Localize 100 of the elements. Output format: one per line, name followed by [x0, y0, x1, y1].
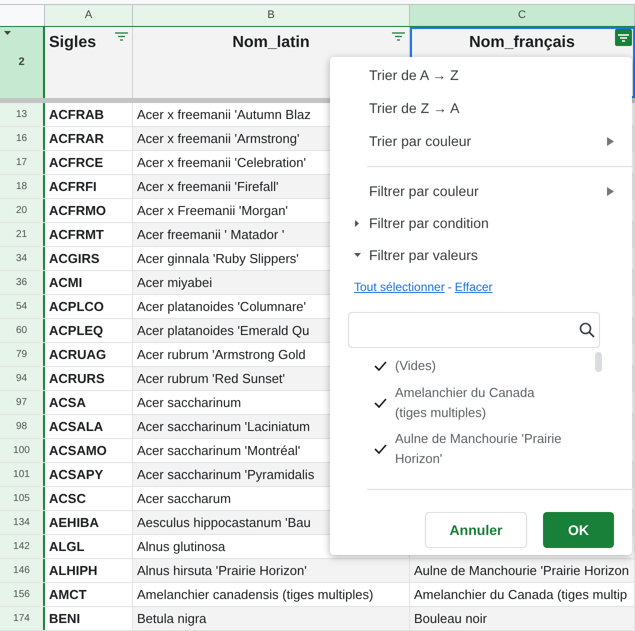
table-cell-text: AEHIBA — [49, 514, 99, 532]
table-cell-text: Acer saccharinum 'Pyramidalis — [137, 466, 314, 484]
row-number[interactable]: 18 — [0, 175, 45, 198]
table-cell-text: ACFRAR — [49, 130, 104, 148]
table-cell-text: AMCT — [49, 586, 87, 604]
row-number[interactable]: 105 — [0, 487, 45, 510]
filter-icon[interactable] — [392, 32, 405, 41]
header-cell: Sigles — [45, 27, 133, 98]
table-cell-text: Aesculus hippocastanum 'Bau — [137, 514, 311, 532]
check-icon — [374, 398, 387, 408]
table-cell-text: Acer platanoides 'Emerald Qu — [137, 322, 310, 340]
row-number[interactable]: 36 — [0, 271, 45, 294]
column-header[interactable]: C — [410, 5, 635, 26]
ok-button[interactable]: OK — [543, 512, 614, 548]
table-cell-text: ACFRAB — [49, 106, 104, 124]
search-field[interactable] — [348, 312, 600, 348]
row-number[interactable]: 94 — [0, 367, 45, 390]
select-all-link[interactable]: Tout sélectionner — [354, 278, 445, 296]
menu-item[interactable]: Filtrer par valeurs — [330, 239, 632, 271]
table-cell-text: Amelanchier du Canada (tiges multip — [414, 586, 628, 604]
table-cell-text: Amelanchier canadensis (tiges multiples) — [137, 586, 374, 604]
table-cell-text: ACSALA — [49, 418, 104, 436]
row-number[interactable]: 97 — [0, 391, 45, 414]
dropdown-triangle-icon[interactable] — [4, 31, 11, 35]
table-cell-text: ACSC — [49, 490, 86, 508]
value-item[interactable]: (Vides) — [330, 352, 632, 380]
collapse-arrow-icon — [354, 253, 361, 257]
scrollbar-thumb[interactable] — [595, 352, 602, 372]
table-cell-text: Acer saccharum — [137, 490, 231, 508]
table-cell-text: Acer x freemanii 'Autumn Blaz — [137, 106, 311, 124]
table-cell-text: Acer freemanii ' Matador ' — [137, 226, 284, 244]
row-number[interactable]: 54 — [0, 295, 45, 318]
submenu-arrow-icon — [607, 137, 614, 146]
row-number[interactable]: 13 — [0, 103, 45, 126]
value-item[interactable]: Amelanchier du Canada (tiges multiples) — [330, 380, 632, 426]
table-cell-text: Acer x Freemanii 'Morgan' — [137, 202, 288, 220]
row-number[interactable]: 142 — [0, 535, 45, 558]
row-number[interactable]: 100 — [0, 439, 45, 462]
table-cell-text: ACSAMO — [49, 442, 107, 460]
table-cell-text: ACFRCE — [49, 154, 104, 172]
search-icon — [579, 322, 595, 338]
table-cell-text: Acer saccharinum 'Montréal' — [137, 442, 300, 460]
row-number[interactable]: 156 — [0, 583, 45, 606]
row-number[interactable]: 101 — [0, 463, 45, 486]
row-number[interactable]: 174 — [0, 607, 45, 630]
row-number[interactable]: 98 — [0, 415, 45, 438]
table-cell-text: Alnus glutinosa — [137, 538, 226, 556]
clear-link[interactable]: Effacer — [454, 278, 493, 296]
row-number[interactable]: 17 — [0, 151, 45, 174]
filter-icon[interactable] — [115, 32, 128, 41]
expand-arrow-icon — [355, 220, 359, 226]
table-cell-text: Acer rubrum 'Armstrong Gold — [137, 346, 306, 364]
table-cell-text: Acer rubrum 'Red Sunset' — [137, 370, 286, 388]
table-cell-text: ACFRMT — [49, 226, 104, 244]
menu-item[interactable]: Filtrer par couleur — [330, 175, 632, 207]
table-cell-text: ALHIPH — [49, 562, 98, 580]
column-header[interactable]: B — [133, 5, 410, 26]
filter-button[interactable] — [615, 29, 632, 46]
submenu-arrow-icon — [607, 186, 614, 196]
table-cell-text: Acer x freemanii 'Celebration' — [137, 154, 306, 172]
table-cell-text: Acer saccharinum 'Laciniatum — [137, 418, 310, 436]
table-cell-text: ACRURS — [49, 370, 105, 388]
table-cell-text: ACPLEQ — [49, 322, 104, 340]
row-number[interactable]: 146 — [0, 559, 45, 582]
table-cell-text: Alnus hirsuta 'Prairie Horizon' — [137, 562, 307, 580]
link-separator: - — [448, 279, 452, 296]
table-cell-text: ACRUAG — [49, 346, 106, 364]
menu-item[interactable]: Filtrer par condition — [330, 207, 632, 239]
table-cell-text: ALGL — [49, 538, 84, 556]
table-cell-text: Acer x freemanii 'Armstrong' — [137, 130, 300, 148]
filter-icon — [618, 34, 629, 42]
menu-item[interactable]: Trier par couleur — [330, 125, 632, 158]
table-cell-text: ACGIRS — [49, 250, 100, 268]
row-number[interactable]: 20 — [0, 199, 45, 222]
table-cell-text: BENI — [49, 610, 80, 628]
table-cell-text: ACFRMO — [49, 202, 106, 220]
row-number[interactable]: 21 — [0, 223, 45, 246]
table-cell-text: Acer x freemanii 'Firefall' — [137, 178, 279, 196]
column-header[interactable]: A — [45, 5, 133, 26]
table-cell-text: ACMI — [49, 274, 82, 292]
table-cell-text: Bouleau noir — [414, 610, 487, 628]
table-cell-text: ACFRFI — [49, 178, 97, 196]
row-header[interactable]: 2 — [0, 27, 45, 98]
table-cell-text: ACSAPY — [49, 466, 104, 484]
table-cell-text: Aulne de Manchourie 'Prairie Horizon — [414, 562, 629, 580]
table-cell-text: ACPLCO — [49, 298, 104, 316]
row-number[interactable]: 60 — [0, 319, 45, 342]
table-cell-text: Acer platanoides 'Columnare' — [137, 298, 306, 316]
table-cell-text: Acer ginnala 'Ruby Slippers' — [137, 250, 299, 268]
check-icon — [374, 444, 387, 454]
value-item[interactable]: Aulne de Manchourie 'Prairie Horizon' — [330, 426, 632, 472]
table-cell-text: Acer saccharinum — [137, 394, 242, 412]
row-number[interactable]: 79 — [0, 343, 45, 366]
check-icon — [374, 361, 387, 371]
cancel-button[interactable]: Annuler — [425, 512, 527, 548]
table-cell-text: ACSA — [49, 394, 86, 412]
row-number[interactable]: 134 — [0, 511, 45, 534]
row-number[interactable]: 34 — [0, 247, 45, 270]
table-cell-text: Acer miyabei — [137, 274, 212, 292]
row-number[interactable]: 16 — [0, 127, 45, 150]
